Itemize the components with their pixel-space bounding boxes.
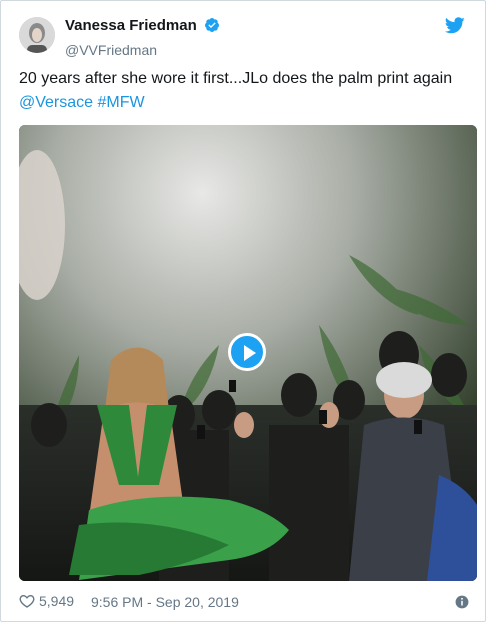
avatar[interactable] (19, 17, 55, 53)
twitter-bird-icon[interactable] (444, 17, 465, 39)
tweet-header: Vanessa Friedman @VVFriedman (19, 13, 469, 61)
mention-link[interactable]: @Versace (19, 94, 93, 111)
tweet-text-main: 20 years after she wore it first...JLo d… (19, 70, 453, 87)
like-button[interactable]: 5,949 (19, 593, 74, 609)
play-button[interactable] (228, 333, 266, 371)
verified-badge-icon (204, 17, 220, 38)
like-count: 5,949 (39, 593, 75, 609)
tweet-footer: 5,949 9:56 PM - Sep 20, 2019 (19, 593, 469, 613)
author-display-name[interactable]: Vanessa Friedman (65, 17, 197, 34)
author-names: Vanessa Friedman @VVFriedman (65, 17, 220, 59)
heart-icon (19, 594, 35, 608)
hashtag-link[interactable]: #MFW (98, 94, 145, 111)
tweet-timestamp[interactable]: 9:56 PM - Sep 20, 2019 (91, 594, 239, 610)
tweet-card: Vanessa Friedman @VVFriedman 20 years af… (0, 0, 486, 622)
video-player[interactable] (19, 125, 477, 581)
info-icon[interactable] (455, 595, 469, 612)
tweet-text: 20 years after she wore it first...JLo d… (19, 67, 469, 115)
author-display-name-row[interactable]: Vanessa Friedman (65, 17, 220, 38)
author-handle[interactable]: @VVFriedman (65, 41, 220, 59)
